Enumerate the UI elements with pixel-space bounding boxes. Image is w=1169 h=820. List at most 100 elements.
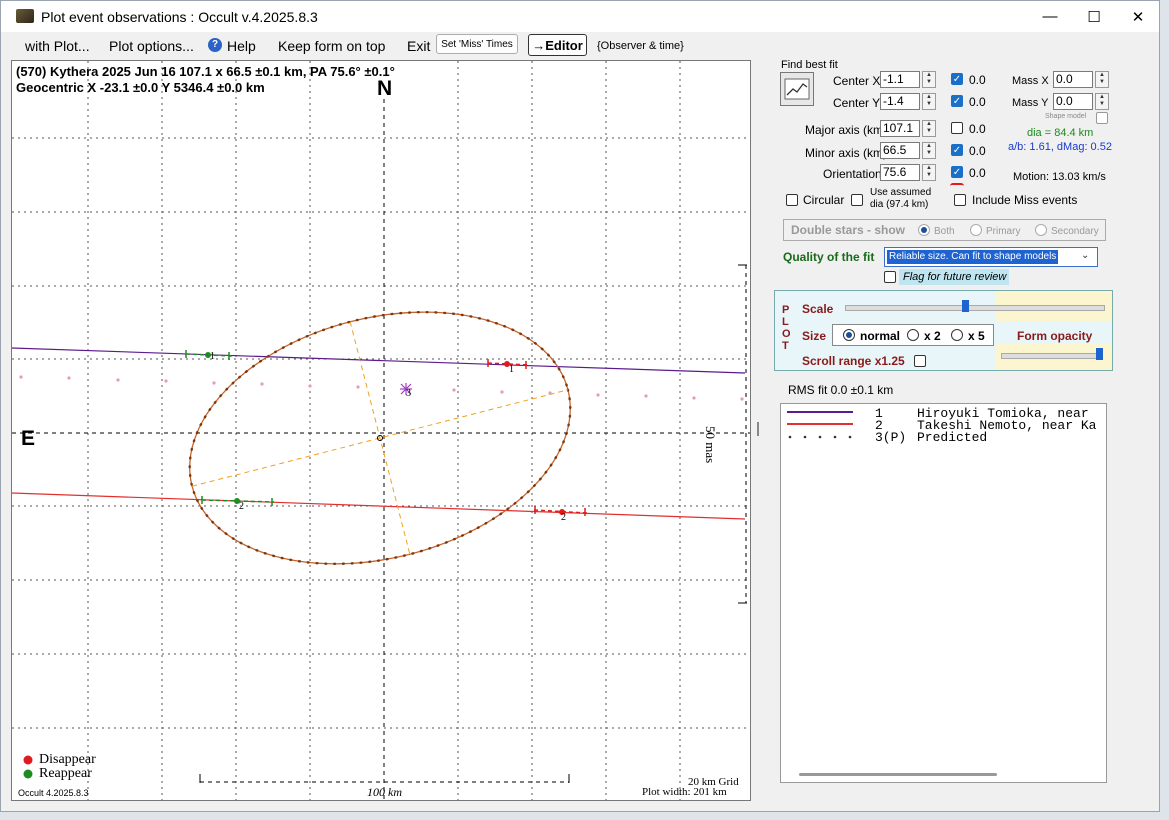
orientation-spinner[interactable]: ▲ ▼	[922, 164, 936, 181]
chord-1-line	[12, 347, 746, 374]
secondary-radio[interactable]	[1035, 224, 1047, 236]
mass-y-label: Mass Y	[1012, 97, 1049, 109]
circular-label: Circular	[803, 193, 845, 207]
menu-help[interactable]: Help	[227, 38, 256, 54]
legend-swatches	[787, 411, 853, 439]
observer-3-num: 3(P)	[875, 430, 907, 445]
quality-selected-value: Reliable size. Can fit to shape models	[887, 250, 1059, 264]
double-stars-label: Double stars - show	[791, 223, 906, 237]
reappear-legend-label: Reappear	[39, 766, 92, 781]
center-y-unc: 0.0	[969, 95, 986, 109]
close-button[interactable]: ✕	[1115, 1, 1161, 32]
chord-2-label-right: 2	[561, 512, 566, 523]
flag-review-checkbox[interactable]	[884, 271, 896, 283]
center-x-input[interactable]: -1.1	[880, 71, 920, 88]
disappear-legend-dot	[23, 755, 33, 765]
size-normal-radio[interactable]	[843, 329, 855, 341]
major-axis-label: Major axis (km)	[805, 123, 888, 137]
orientation-checkbox[interactable]: ✓	[951, 166, 963, 178]
maximize-button[interactable]: ☐	[1071, 1, 1117, 32]
size-x2-radio[interactable]	[907, 329, 919, 341]
rms-fit-text: RMS fit 0.0 ±0.1 km	[788, 383, 894, 397]
major-axis-checkbox[interactable]	[951, 122, 963, 134]
editor-button[interactable]: →Editor	[528, 34, 587, 56]
major-axis-unc: 0.0	[969, 122, 986, 136]
predicted-path	[19, 375, 744, 401]
menu-with-plot[interactable]: with Plot...	[25, 38, 90, 54]
observer-legend-list[interactable]: 1 Hiroyuki Tomioka, near 2 Takeshi Nemot…	[780, 403, 1107, 783]
major-axis-input[interactable]: 107.1	[880, 120, 920, 137]
mass-x-label: Mass X	[1012, 75, 1049, 87]
plot-width-label: Plot width: 201 km	[642, 786, 727, 798]
window-title: Plot event observations : Occult v.4.202…	[41, 9, 318, 25]
legend-swatch-3	[788, 435, 852, 439]
mass-x-spinner[interactable]: ▲ ▼	[1095, 71, 1109, 88]
center-y-spinner[interactable]: ▲ ▼	[922, 93, 936, 110]
orientation-unc: 0.0	[969, 166, 986, 180]
use-assumed-checkbox[interactable]	[851, 194, 863, 206]
include-miss-checkbox[interactable]	[954, 194, 966, 206]
orientation-label: Orientation	[823, 167, 882, 181]
shape-model-checkbox[interactable]	[1096, 112, 1108, 124]
km-scale-label: 100 km	[367, 785, 402, 799]
orientation-input[interactable]: 75.6	[880, 164, 920, 181]
plot-canvas	[12, 61, 750, 800]
plot-area[interactable]: (570) Kythera 2025 Jun 16 107.1 x 66.5 ±…	[11, 60, 751, 801]
help-icon[interactable]: ?	[208, 38, 222, 52]
center-y-checkbox[interactable]: ✓	[951, 95, 963, 107]
minor-axis-unc: 0.0	[969, 144, 986, 158]
opacity-slider-track[interactable]	[1001, 353, 1103, 359]
center-y-input[interactable]: -1.4	[880, 93, 920, 110]
legend-horizontal-scrollbar[interactable]	[799, 773, 997, 776]
primary-radio[interactable]	[970, 224, 982, 236]
opacity-slider-thumb[interactable]	[1096, 348, 1103, 360]
size-x5-radio[interactable]	[951, 329, 963, 341]
mass-y-input[interactable]: 0.0	[1053, 93, 1093, 110]
diameter-text: dia = 84.4 km	[1027, 127, 1094, 139]
chord-3-label: 3	[406, 388, 411, 399]
title-bar: Plot event observations : Occult v.4.202…	[1, 1, 1159, 32]
mass-y-spinner[interactable]: ▲ ▼	[1095, 93, 1109, 110]
scale-slider-track[interactable]	[845, 305, 1105, 311]
quality-label: Quality of the fit	[783, 250, 875, 264]
app-icon	[16, 9, 34, 23]
set-miss-times-button[interactable]: Set 'Miss' Times	[436, 34, 518, 54]
version-label: Occult 4.2025.8.3	[18, 788, 89, 798]
both-label: Both	[934, 226, 955, 237]
center-x-spinner[interactable]: ▲ ▼	[922, 71, 936, 88]
chevron-down-icon: ⌄	[1081, 250, 1090, 261]
scale-label: Scale	[802, 302, 834, 316]
size-x5-label: x 5	[968, 329, 985, 343]
circular-checkbox[interactable]	[786, 194, 798, 206]
east-label: E	[21, 427, 36, 450]
north-label: N	[377, 77, 393, 100]
center-x-checkbox[interactable]: ✓	[951, 73, 963, 85]
scale-slider-thumb[interactable]	[962, 300, 969, 312]
menu-plot-options[interactable]: Plot options...	[109, 38, 194, 54]
reappear-legend-dot	[23, 769, 33, 779]
major-axis-spinner[interactable]: ▲ ▼	[922, 120, 936, 137]
both-radio[interactable]	[918, 224, 930, 236]
minor-axis-checkbox[interactable]: ✓	[951, 144, 963, 156]
menu-keep-on-top[interactable]: Keep form on top	[278, 38, 385, 54]
minor-axis-input[interactable]: 66.5	[880, 142, 920, 159]
use-assumed-dia: dia (97.4 km)	[870, 199, 929, 210]
center-x-unc: 0.0	[969, 73, 986, 87]
minimize-button[interactable]: —	[1027, 1, 1073, 32]
shape-model-label: Shape model	[1045, 113, 1087, 120]
splitter-handle[interactable]	[757, 422, 759, 436]
fit-button[interactable]	[780, 72, 814, 106]
menu-exit[interactable]: Exit	[407, 38, 430, 54]
observer-time-label[interactable]: {Observer & time}	[597, 40, 684, 52]
chord-1-label-right: 1	[509, 364, 514, 375]
minor-axis-spinner[interactable]: ▲ ▼	[922, 142, 936, 159]
plot-header-line1: (570) Kythera 2025 Jun 16 107.1 x 66.5 ±…	[16, 64, 395, 79]
size-normal-label: normal	[860, 329, 901, 343]
scroll-range-checkbox[interactable]	[914, 355, 926, 367]
mass-x-input[interactable]: 0.0	[1053, 71, 1093, 88]
observer-3-name: Predicted	[917, 430, 988, 445]
fit-graph-icon	[784, 78, 810, 100]
plot-header-line2: Geocentric X -23.1 ±0.0 Y 5346.4 ±0.0 km	[16, 80, 265, 95]
include-miss-label: Include Miss events	[972, 193, 1078, 207]
quality-select[interactable]: Reliable size. Can fit to shape models ⌄	[884, 247, 1098, 267]
